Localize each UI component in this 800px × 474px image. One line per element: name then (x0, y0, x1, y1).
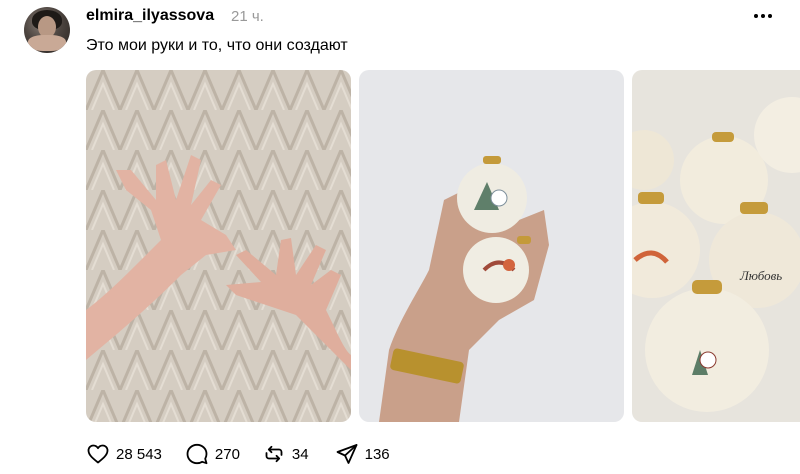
more-icon[interactable] (748, 6, 778, 26)
like-count: 28 543 (116, 445, 162, 463)
share-button[interactable]: 136 (335, 442, 390, 466)
reply-count: 270 (214, 445, 240, 463)
post-time: 21 ч. (231, 8, 264, 25)
share-count: 136 (364, 445, 390, 463)
post-text: Это мои руки и то, что они создают (86, 37, 348, 54)
avatar[interactable] (24, 7, 70, 53)
reply-button[interactable]: 270 (185, 442, 240, 466)
avatar-hands (28, 35, 66, 51)
username[interactable]: elmira_ilyassova (86, 7, 214, 25)
post-actions: 28 543 270 34 136 (86, 442, 390, 466)
heart-icon (87, 444, 109, 464)
comment-icon (186, 443, 208, 465)
candle-inscription: Любовь (739, 268, 782, 283)
repost-icon (265, 445, 283, 463)
share-icon (336, 444, 358, 464)
repost-button[interactable]: 34 (262, 442, 309, 466)
like-button[interactable]: 28 543 (86, 442, 162, 466)
photo-hands[interactable] (86, 70, 351, 422)
repost-count: 34 (291, 445, 309, 463)
photo-ornaments-group[interactable]: Любовь (632, 70, 800, 422)
photo-ornaments-in-hand[interactable] (359, 70, 624, 422)
